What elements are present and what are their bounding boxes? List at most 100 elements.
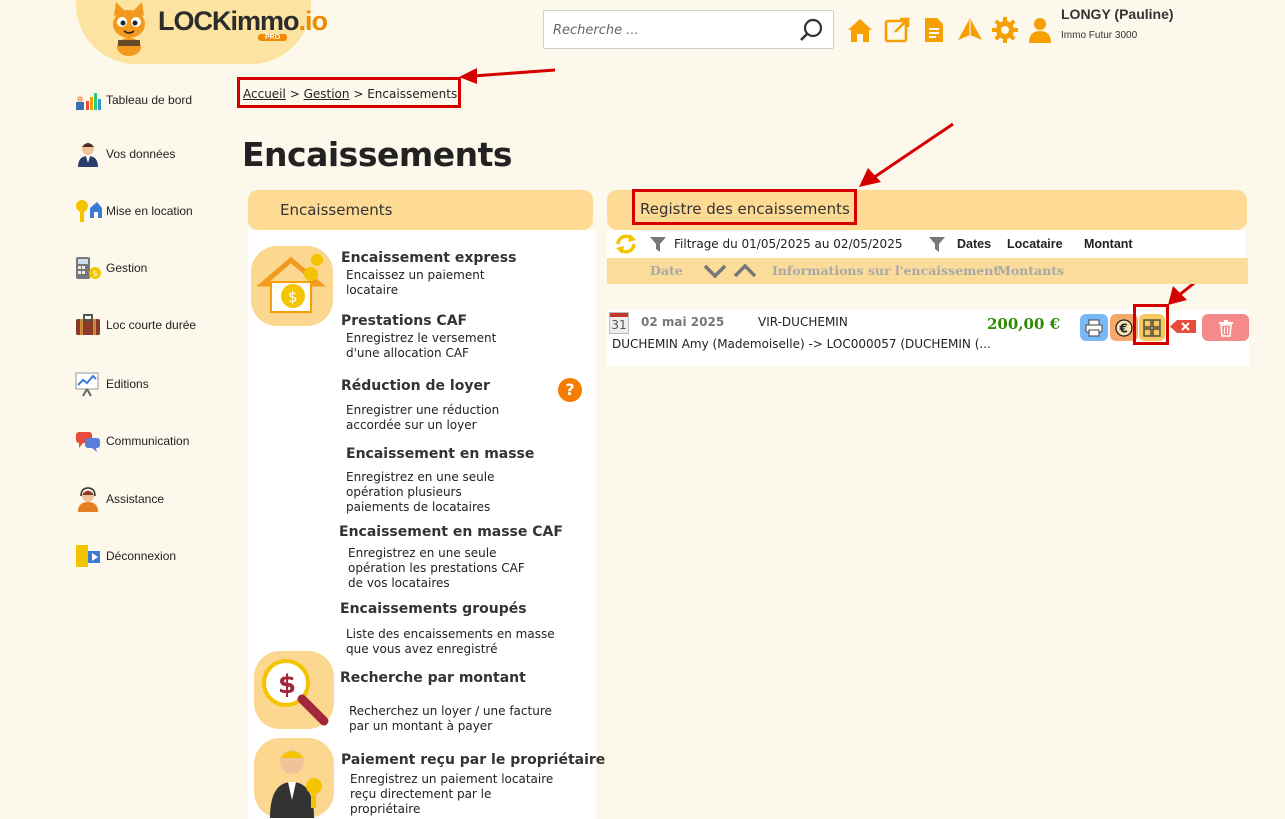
breadcrumb: Accueil > Gestion > Encaissements — [237, 77, 461, 108]
refresh-icon[interactable] — [614, 233, 638, 255]
person-icon — [78, 143, 98, 167]
sidebar-item-label: Vos données — [106, 147, 176, 161]
svg-text:€: € — [1119, 321, 1128, 335]
house-coins-icon[interactable]: $ — [251, 246, 333, 326]
breadcrumb-gestion-link[interactable]: Gestion — [304, 87, 350, 101]
logo[interactable]: LOCKimmo.io PRO — [76, 0, 328, 64]
grid-button[interactable] — [1139, 314, 1165, 341]
printer-icon — [1085, 319, 1103, 336]
entry-details: DUCHEMIN Amy (Mademoiselle) -> LOC000057… — [612, 337, 991, 351]
svg-text:$: $ — [288, 288, 298, 306]
search-field — [543, 10, 834, 49]
recherche-montant-link[interactable]: Recherche par montant — [340, 670, 526, 686]
magnifier-dollar-icon[interactable]: $ — [254, 651, 334, 729]
filter-period: Filtrage du 01/05/2025 au 02/05/2025 — [674, 237, 903, 251]
calculator-icon: $ — [76, 257, 101, 279]
sidebar-item-label: Gestion — [106, 261, 148, 275]
euro-icon: € — [1115, 318, 1133, 337]
panel-header-encaissements: Encaissements — [248, 190, 593, 230]
paiement-proprietaire-desc: Enregistrez un paiement locataire reçu d… — [350, 772, 554, 816]
encaissement-masse-caf-desc: Enregistrez en une seule opération les p… — [348, 546, 525, 590]
encaissements-groupes-link[interactable]: Encaissements groupés — [340, 601, 527, 617]
panel-title: Encaissements — [280, 201, 393, 219]
reduction-loyer-link[interactable]: Réduction de loyer — [341, 378, 490, 394]
filter-locataire[interactable]: Locataire — [1007, 237, 1063, 251]
gear-icon[interactable] — [991, 16, 1019, 44]
exit-door-icon — [76, 545, 100, 567]
sidebar-item-label: Déconnexion — [106, 549, 177, 563]
search-icon[interactable] — [799, 17, 825, 43]
user-icon[interactable] — [1026, 16, 1054, 44]
sidebar-item-loc-courte-duree[interactable]: Loc courte durée — [74, 312, 196, 338]
sort-desc-icon[interactable] — [703, 263, 727, 279]
entry-date: 02 mai 2025 — [641, 315, 725, 329]
breadcrumb-separator: > — [353, 87, 364, 101]
sidebar-item-label: Loc courte durée — [106, 318, 197, 332]
delete-button[interactable] — [1202, 314, 1249, 341]
sidebar-item-vos-donnees[interactable]: Vos données — [74, 141, 175, 167]
encaissement-masse-caf-link[interactable]: Encaissement en masse CAF — [339, 524, 563, 540]
svg-text:$: $ — [93, 269, 98, 278]
encaissement-masse-link[interactable]: Encaissement en masse — [346, 446, 534, 462]
prestations-caf-link[interactable]: Prestations CAF — [341, 313, 467, 329]
sidebar-item-label: Communication — [106, 434, 190, 448]
page-title: Encaissements — [242, 135, 513, 174]
trash-icon — [1218, 319, 1233, 337]
suitcase-icon — [76, 314, 100, 335]
external-link-icon[interactable] — [883, 16, 911, 44]
sort-info-label: Informations sur l'encaissement — [772, 263, 1000, 278]
sort-asc-icon[interactable] — [733, 263, 757, 279]
sidebar-item-editions[interactable]: Editions — [74, 371, 149, 397]
encaissement-masse-desc: Enregistrez en une seule opération plusi… — [346, 470, 495, 514]
encaissement-express-desc: Encaissez un paiement locataire — [346, 268, 485, 297]
encaissement-express-link[interactable]: Encaissement express — [341, 250, 516, 266]
search-input[interactable] — [553, 20, 793, 40]
filter-dates[interactable]: Dates — [957, 237, 991, 251]
sidebar-item-mise-en-location[interactable]: Mise en location — [74, 198, 193, 224]
filter-icon[interactable] — [650, 237, 666, 252]
grid-icon — [1143, 318, 1161, 337]
owner-key-icon[interactable] — [254, 738, 334, 818]
pro-badge: PRO — [258, 34, 288, 41]
sidebar-item-dashboard[interactable]: Tableau de bord — [74, 87, 192, 113]
filter-bar: Filtrage du 01/05/2025 au 02/05/2025 Dat… — [607, 230, 1245, 258]
paiement-proprietaire-link[interactable]: Paiement reçu par le propriétaire — [341, 752, 605, 768]
brand-name: LOCKimmo.io — [158, 6, 328, 36]
annotation-arrow — [859, 122, 954, 187]
sidebar-item-communication[interactable]: Communication — [74, 428, 189, 454]
svg-text:$: $ — [278, 670, 296, 700]
filter-icon[interactable] — [929, 237, 945, 252]
paper-plane-icon[interactable] — [956, 16, 984, 44]
document-icon[interactable] — [920, 16, 948, 44]
recherche-montant-desc: Recherchez un loyer / une facture par un… — [349, 704, 552, 733]
sidebar-item-label: Tableau de bord — [106, 93, 193, 107]
chat-bubbles-icon — [76, 432, 100, 452]
keys-house-icon — [76, 200, 102, 222]
registre-title: Registre des encaissements — [632, 189, 857, 225]
reduction-loyer-desc: Enregistrer une réduction accordée sur u… — [346, 403, 500, 432]
dashboard-icon — [76, 93, 101, 110]
breadcrumb-home-link[interactable]: Accueil — [243, 87, 286, 101]
breadcrumb-separator: > — [289, 87, 300, 101]
sort-date-label: Date — [650, 263, 683, 278]
chart-board-icon — [75, 372, 99, 397]
calendar-icon: 31 — [609, 312, 629, 334]
cat-mascot-icon — [113, 2, 145, 56]
sort-amount-label: Montants — [997, 263, 1065, 278]
sidebar-item-label: Mise en location — [106, 204, 193, 218]
filter-montant[interactable]: Montant — [1084, 237, 1133, 251]
sidebar-item-assistance[interactable]: Assistance — [74, 486, 164, 512]
home-icon[interactable] — [846, 16, 874, 44]
table-row[interactable]: 31 02 mai 2025 VIR-DUCHEMIN 200,00 € DUC… — [607, 304, 1249, 366]
print-button[interactable] — [1080, 314, 1108, 341]
cancel-icon[interactable] — [1170, 320, 1196, 333]
user-name[interactable]: LONGY (Pauline) — [1061, 6, 1174, 22]
breadcrumb-current: Encaissements — [367, 87, 458, 101]
sidebar-item-gestion[interactable]: $ Gestion — [74, 255, 147, 281]
help-icon[interactable]: ? — [558, 378, 582, 402]
entry-reference: VIR-DUCHEMIN — [758, 315, 848, 329]
prestations-caf-desc: Enregistrez le versement d'une allocatio… — [346, 331, 497, 360]
sidebar-item-deconnexion[interactable]: Déconnexion — [74, 543, 176, 569]
sort-bar: Date Informations sur l'encaissement Mon… — [607, 258, 1248, 284]
sidebar-item-label: Assistance — [106, 492, 165, 506]
